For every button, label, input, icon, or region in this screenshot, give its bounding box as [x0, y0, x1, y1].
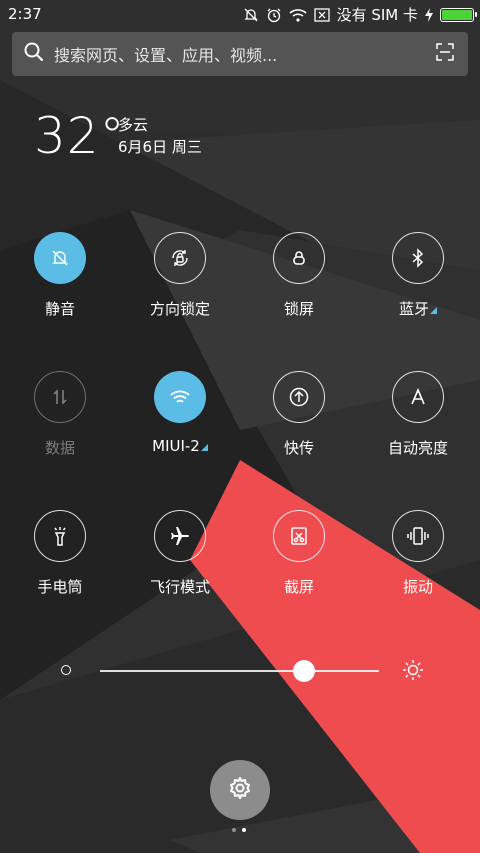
toggle-screenshot[interactable]: 截屏: [244, 510, 354, 597]
weather-condition: 多云: [118, 116, 149, 134]
brightness-slider[interactable]: [0, 655, 480, 685]
wifi-icon: [289, 8, 307, 22]
toggle-share[interactable]: 快传: [244, 371, 354, 458]
toggle-label: 振动: [402, 578, 433, 596]
toggle-lock-screen[interactable]: 锁屏: [244, 232, 354, 319]
rotation-lock-icon: [154, 232, 206, 284]
status-bar: 2:37 没有 SIM 卡: [0, 0, 480, 28]
toggle-label: MIUI-2: [152, 437, 200, 455]
status-time: 2:37: [8, 5, 42, 23]
scan-icon[interactable]: [436, 43, 454, 65]
weather-date: 6月6日 周三: [118, 138, 202, 156]
brightness-track[interactable]: [100, 670, 379, 672]
mute-bell-icon: [34, 232, 86, 284]
toggle-label: 静音: [44, 300, 75, 318]
page-indicator: [232, 828, 246, 832]
page-dot: [232, 828, 236, 832]
toggle-label: 飞行模式: [149, 578, 210, 596]
toggle-wifi[interactable]: MIUI-2: [125, 371, 235, 455]
toggle-label: 截屏: [283, 578, 314, 596]
toggle-data[interactable]: 数据: [5, 371, 115, 458]
toggle-label: 手电筒: [37, 578, 83, 596]
battery-icon: [440, 7, 477, 22]
charging-icon: [425, 7, 433, 22]
wifi-icon: [154, 371, 206, 423]
no-sim-icon: [313, 7, 330, 22]
toggle-label: 自动亮度: [387, 439, 448, 457]
gear-icon: [228, 776, 252, 804]
brightness-low-icon: [61, 665, 71, 675]
toggle-rotation-lock[interactable]: 方向锁定: [125, 232, 235, 319]
vibrate-icon: [392, 510, 444, 562]
toggle-vibrate[interactable]: 振动: [363, 510, 473, 597]
search-icon: [24, 42, 44, 66]
flashlight-icon: [34, 510, 86, 562]
screenshot-icon: [273, 510, 325, 562]
brightness-high-icon: [402, 659, 424, 685]
search-placeholder: 搜索网页、设置、应用、视频...: [54, 46, 278, 65]
mute-bell-icon: [243, 7, 259, 23]
toggle-flashlight[interactable]: 手电筒: [5, 510, 115, 597]
toggle-label: 数据: [44, 439, 75, 457]
toggle-bluetooth[interactable]: 蓝牙: [363, 232, 473, 319]
toggle-label: 锁屏: [283, 300, 314, 318]
lock-icon: [273, 232, 325, 284]
alarm-icon: [266, 7, 282, 23]
toggle-label: 方向锁定: [149, 300, 210, 318]
auto-brightness-icon: [392, 371, 444, 423]
page-dot-active: [242, 828, 246, 832]
toggle-label: 蓝牙: [398, 300, 429, 318]
share-icon: [273, 371, 325, 423]
brightness-knob[interactable]: [292, 660, 315, 682]
toggle-auto-brightness[interactable]: 自动亮度: [363, 371, 473, 458]
airplane-icon: [154, 510, 206, 562]
expand-indicator-icon: [200, 444, 208, 451]
toggle-airplane[interactable]: 飞行模式: [125, 510, 235, 597]
sim-status-text: 没有 SIM 卡: [336, 6, 418, 24]
toggle-mute[interactable]: 静音: [5, 232, 115, 319]
data-icon: [34, 371, 86, 423]
temperature: 32°: [34, 107, 126, 165]
bluetooth-icon: [392, 232, 444, 284]
search-bar[interactable]: 搜索网页、设置、应用、视频...: [12, 32, 468, 76]
battery-fill: [442, 9, 472, 20]
toggle-label: 快传: [283, 439, 314, 457]
expand-indicator-icon: [430, 307, 437, 314]
settings-button[interactable]: [210, 760, 270, 820]
weather-widget[interactable]: 32° 多云 6月6日 周三: [34, 107, 202, 165]
